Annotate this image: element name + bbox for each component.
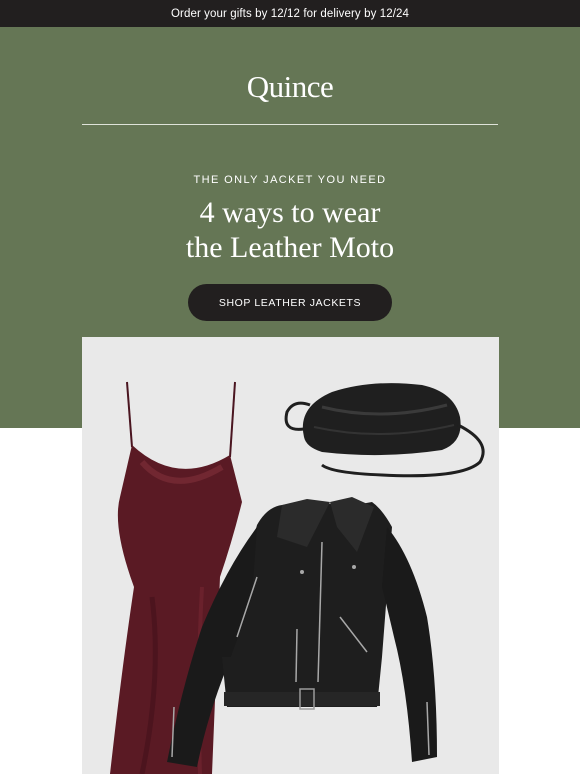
hero-headline-line-1: 4 ways to wear xyxy=(199,196,381,229)
hero-headline: 4 ways to wear the Leather Moto xyxy=(0,195,580,265)
announcement-bar: Order your gifts by 12/12 for delivery b… xyxy=(0,0,580,27)
hero-headline-line-2: the Leather Moto xyxy=(185,231,395,264)
product-flatlay-image[interactable] xyxy=(82,337,499,774)
hero-eyebrow: THE ONLY JACKET YOU NEED xyxy=(193,174,387,186)
brand-logo[interactable]: Quince xyxy=(0,69,580,105)
pouch-bag-illustration xyxy=(284,383,485,478)
flatlay-illustration xyxy=(110,381,485,774)
announcement-text: Order your gifts by 12/12 for delivery b… xyxy=(170,7,409,20)
slip-dress-illustration xyxy=(110,381,242,774)
header-divider xyxy=(82,124,498,125)
shop-leather-jackets-button[interactable]: SHOP LEATHER JACKETS xyxy=(188,284,392,321)
